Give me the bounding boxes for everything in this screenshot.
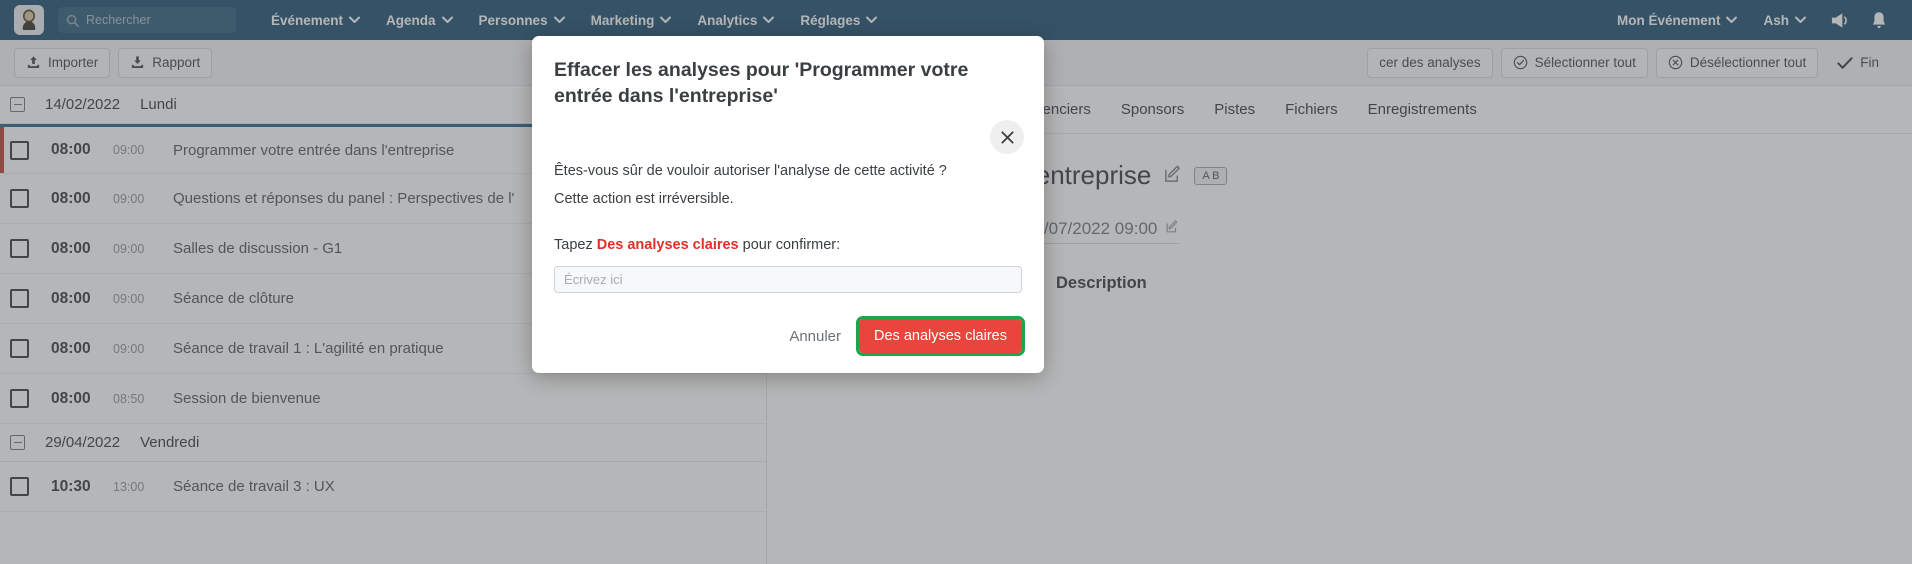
app-root: Rechercher Événement Agenda Personnes Ma…	[0, 0, 1912, 564]
confirm-suffix: pour confirmer:	[738, 237, 841, 254]
close-icon[interactable]	[990, 120, 1024, 154]
confirm-clear-analytics-button[interactable]: Des analyses claires	[856, 316, 1025, 357]
modal-footer: Annuler Des analyses claires	[554, 316, 1025, 357]
modal-body-line1: Êtes-vous sûr de vouloir autoriser l'ana…	[554, 163, 947, 180]
confirm-keyword: Des analyses claires	[596, 237, 739, 254]
modal-body-line2: Cette action est irréversible.	[554, 191, 734, 208]
modal-confirm-instruction: Tapez Des analyses claires pour confirme…	[554, 237, 1022, 253]
cancel-button[interactable]: Annuler	[789, 328, 841, 345]
modal-title: Effacer les analyses pour 'Programmer vo…	[554, 59, 969, 107]
confirm-prefix: Tapez	[554, 237, 597, 254]
confirmation-input[interactable]	[554, 266, 1022, 294]
clear-analytics-modal: Effacer les analyses pour 'Programmer vo…	[532, 36, 1044, 374]
